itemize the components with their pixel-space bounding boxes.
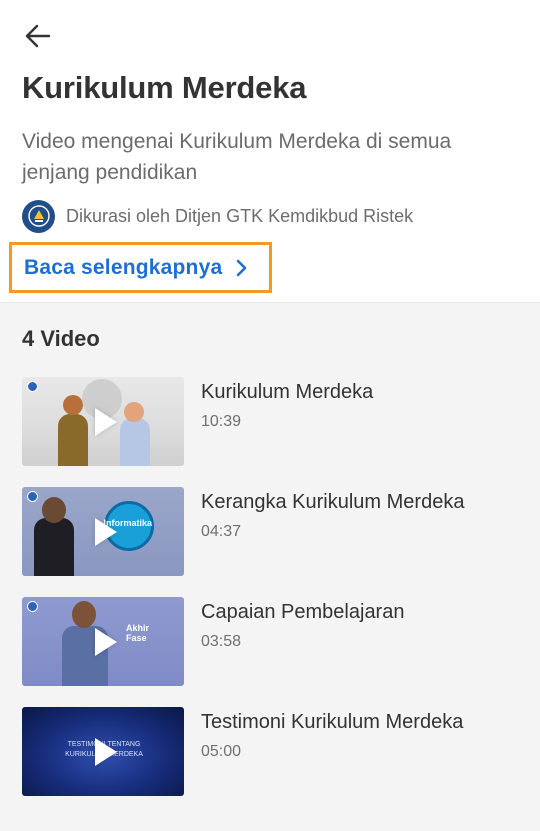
- video-thumbnail[interactable]: Informatika: [22, 487, 184, 576]
- illustration-person: [34, 518, 74, 576]
- video-thumbnail[interactable]: [22, 377, 184, 466]
- video-title: Kurikulum Merdeka: [201, 381, 374, 403]
- page-title: Kurikulum Merdeka: [22, 70, 307, 105]
- chevron-right-icon: [236, 259, 248, 277]
- video-list: Kurikulum Merdeka 10:39 Informatika Kera…: [22, 377, 522, 817]
- curator-avatar: [22, 199, 55, 233]
- illustration-person: [58, 414, 88, 466]
- curator-row: Dikurasi oleh Ditjen GTK Kemdikbud Riste…: [22, 198, 413, 234]
- play-icon: [95, 517, 117, 546]
- video-duration: 03:58: [201, 633, 242, 650]
- back-button[interactable]: [22, 20, 54, 52]
- curator-label: Dikurasi oleh Ditjen GTK Kemdikbud Riste…: [66, 205, 414, 226]
- video-thumbnail[interactable]: TESTIMONI TENTANG KURIKULUM MERDEKA: [22, 707, 184, 796]
- illustration-head: [42, 497, 66, 523]
- illustration-person: [120, 418, 150, 466]
- video-meta: Kurikulum Merdeka 10:39: [201, 377, 373, 466]
- collection-description: Video mengenai Kurikulum Merdeka di semu…: [22, 130, 452, 184]
- video-count-heading: 4 Video: [22, 326, 100, 351]
- illustration-head: [124, 402, 144, 422]
- thumbnail-caption: Akhir Fase: [126, 623, 150, 643]
- collection-header: Kurikulum Merdeka Video mengenai Kurikul…: [0, 0, 540, 303]
- ministry-logo-icon: [27, 205, 50, 227]
- play-icon: [95, 407, 117, 436]
- read-more-label: Baca selengkapnya: [24, 255, 223, 279]
- video-duration: 04:37: [201, 523, 242, 540]
- illustration-head: [63, 395, 83, 415]
- video-item[interactable]: Informatika Kerangka Kurikulum Merdeka 0…: [22, 487, 522, 576]
- ministry-logo-icon: [27, 491, 38, 502]
- video-item[interactable]: TESTIMONI TENTANG KURIKULUM MERDEKA Test…: [22, 707, 522, 796]
- video-meta: Capaian Pembelajaran 03:58: [201, 597, 404, 686]
- arrow-left-icon: [25, 24, 51, 48]
- video-duration: 05:00: [201, 743, 242, 760]
- video-title: Capaian Pembelajaran: [201, 601, 405, 623]
- illustration-head: [72, 601, 96, 628]
- play-icon: [95, 737, 117, 766]
- video-title: Kerangka Kurikulum Merdeka: [201, 491, 465, 513]
- video-thumbnail[interactable]: Akhir Fase: [22, 597, 184, 686]
- read-more-link[interactable]: Baca selengkapnya: [9, 242, 272, 293]
- video-meta: Kerangka Kurikulum Merdeka 04:37: [201, 487, 464, 576]
- video-title: Testimoni Kurikulum Merdeka: [201, 711, 464, 733]
- ministry-logo-icon: [27, 601, 38, 612]
- ministry-logo-icon: [27, 381, 38, 392]
- video-item[interactable]: Kurikulum Merdeka 10:39: [22, 377, 522, 466]
- video-duration: 10:39: [201, 413, 242, 430]
- play-icon: [95, 627, 117, 656]
- video-meta: Testimoni Kurikulum Merdeka 05:00: [201, 707, 463, 796]
- video-item[interactable]: Akhir Fase Capaian Pembelajaran 03:58: [22, 597, 522, 686]
